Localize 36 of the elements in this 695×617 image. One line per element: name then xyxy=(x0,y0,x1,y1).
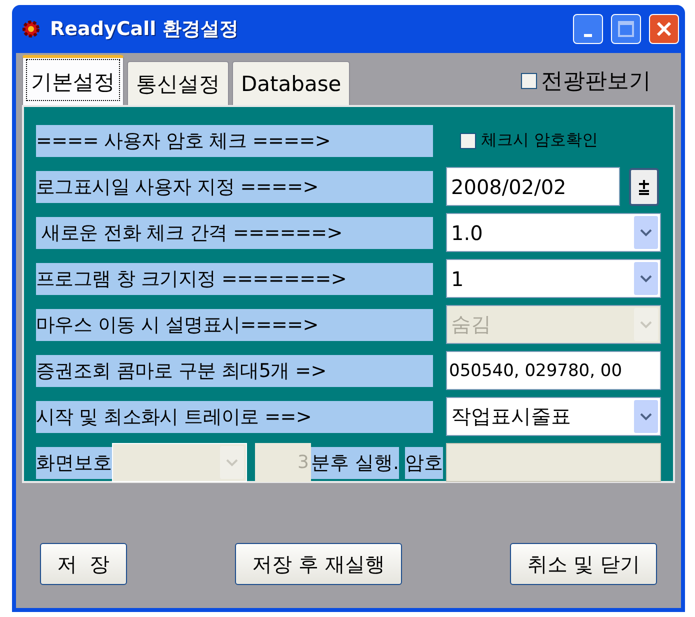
checkbox[interactable] xyxy=(460,132,476,148)
setting-label: 시작 및 최소화시 트레이로 ==> xyxy=(36,400,433,432)
dropdown[interactable]: 작업표시줄표 xyxy=(446,397,661,436)
setting-label: 로그표시일 사용자 지정 ====> xyxy=(36,170,433,202)
setting-label: 새로운 전화 체크 간격 ======> xyxy=(36,216,433,248)
close-button[interactable] xyxy=(649,14,679,44)
close-icon xyxy=(656,21,672,37)
password-field[interactable] xyxy=(446,443,661,482)
dialog-button[interactable]: 저 장 xyxy=(40,543,127,585)
maximize-button[interactable] xyxy=(611,14,641,44)
plus-minus-icon xyxy=(638,178,650,194)
setting-label: 프로그램 창 크기지정 =======> xyxy=(36,262,433,294)
dropdown[interactable]: 1 xyxy=(446,259,661,298)
password-label: 암호 xyxy=(405,446,444,478)
date-picker-button[interactable] xyxy=(629,168,659,206)
gear-icon xyxy=(20,18,42,40)
screensaver-label: 화면보호 xyxy=(36,446,112,478)
tab[interactable]: 통신설정 xyxy=(127,61,229,105)
date-field[interactable]: 2008/02/02 xyxy=(446,167,620,206)
input-field[interactable]: 050540, 029780, 00 xyxy=(446,351,661,390)
dialog-button[interactable]: 취소 및 닫기 xyxy=(510,543,657,585)
setting-label: ==== 사용자 암호 체크 ====> xyxy=(36,124,433,156)
setting-label: 마우스 이동 시 설명표시====> xyxy=(36,308,433,340)
checkbox-label: 전광판보기 xyxy=(541,68,651,96)
window-title: ReadyCall 환경설정 xyxy=(50,17,240,42)
dropdown[interactable]: 1.0 xyxy=(446,213,661,252)
tab[interactable]: 기본설정 xyxy=(22,55,124,105)
maximize-icon xyxy=(618,21,634,37)
checkbox[interactable] xyxy=(521,73,537,89)
minimize-button[interactable] xyxy=(573,14,603,44)
checkbox-label: 체크시 암호확인 xyxy=(481,130,598,151)
dialog-button[interactable]: 저장 후 재실행 xyxy=(235,543,402,585)
minutes-label: 분후 실행. xyxy=(311,446,400,478)
tab[interactable]: Database xyxy=(232,61,350,105)
minimize-icon xyxy=(584,34,592,36)
setting-label: 증권조회 콤마로 구분 최대5개 => xyxy=(36,354,433,386)
